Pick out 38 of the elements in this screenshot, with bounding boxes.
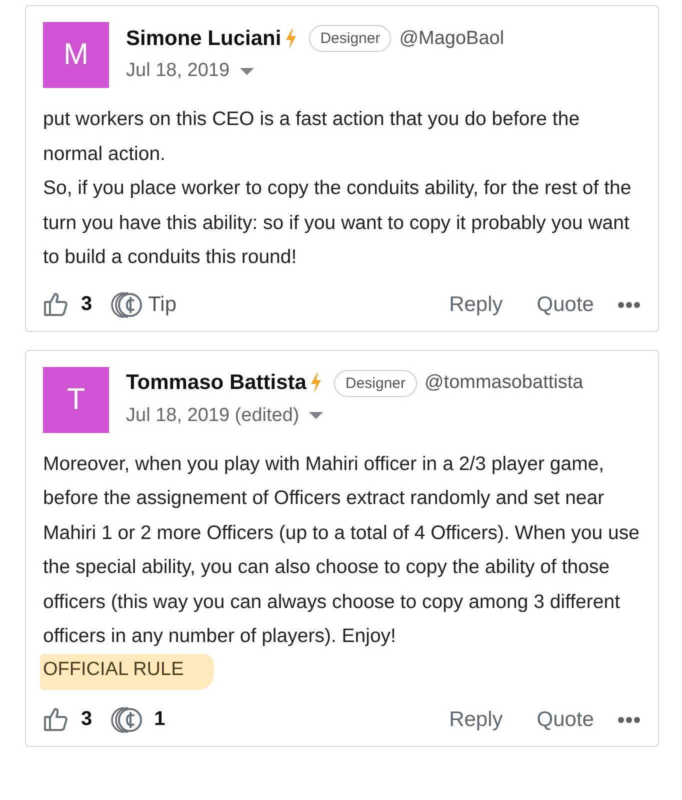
more-button[interactable] (618, 716, 640, 722)
action-link[interactable]: Quote (536, 708, 594, 732)
post-text: Moreover, when you play with Mahiri officer in a 2/3 player game, before the assignement of Officers extract randomly and set near Mahiri 1 or 2 more Officers (up to a total of 4 Officers). When you use the special ability, you can also choose to copy the ability of those officers (this way you can always choose to copy among 3 different officers in any number of players). Enjoy! (43, 452, 640, 649)
caret-icon (240, 68, 254, 74)
post-date: Jul 18, 2019 (126, 60, 230, 82)
username[interactable]: @MagoBaol (399, 28, 504, 50)
action-link[interactable]: Quote (536, 292, 594, 316)
author-name[interactable]: Tommaso Battista (126, 371, 306, 395)
caret-icon (309, 412, 324, 419)
role-badge: Designer (309, 25, 392, 52)
tip-label: 1 (154, 708, 166, 731)
thumbs-up-icon (43, 292, 69, 318)
role-badge: Designer (334, 370, 417, 396)
more-icon (618, 302, 640, 308)
more-button[interactable] (618, 302, 640, 308)
more-icon (618, 716, 640, 722)
thumbs-up-icon (43, 706, 69, 732)
tip-label: Tip (148, 292, 177, 316)
action-link[interactable]: Reply (449, 708, 503, 732)
official-rule-label: OFFICIAL RULE (40, 654, 214, 690)
like-button[interactable]: 3 (43, 292, 92, 318)
tip-button[interactable]: Tip (110, 290, 177, 318)
like-button[interactable]: 3 (43, 706, 92, 732)
lightning-icon (285, 28, 298, 48)
coin-icon (110, 706, 142, 734)
avatar: T (43, 366, 109, 432)
lightning-icon (310, 373, 322, 393)
author-name[interactable]: Simone Luciani (126, 26, 282, 50)
like-count: 3 (81, 708, 92, 731)
post-date: Jul 18, 2019 (edited) (126, 404, 300, 426)
like-count: 3 (81, 293, 92, 316)
post-text: put workers on this CEO is a fast action that you do before the normal action. (43, 107, 581, 166)
coin-icon (110, 290, 142, 318)
action-link[interactable]: Reply (449, 292, 503, 316)
post-text: So, if you place worker to copy the conduits ability, for the rest of the turn you have this ability: so if you want to copy it probably you want to build a conduits this round! (43, 176, 632, 270)
username[interactable]: @tommasobattista (424, 372, 584, 394)
tip-button[interactable]: 1 (110, 706, 166, 734)
avatar: M (43, 22, 109, 88)
